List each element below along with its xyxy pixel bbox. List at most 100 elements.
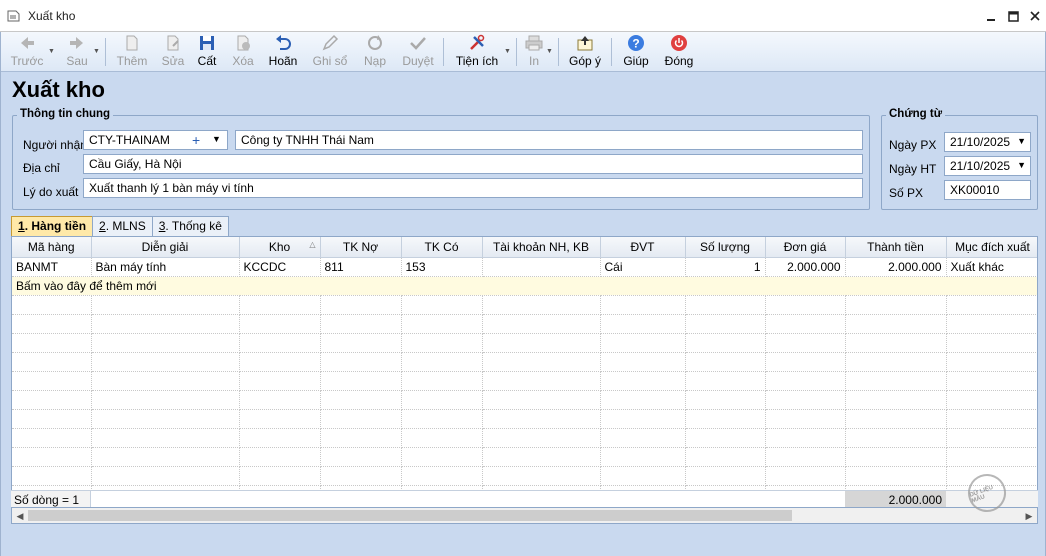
scroll-left-icon[interactable]: ◀ (13, 509, 27, 523)
col-so-luong[interactable]: Số lượng (685, 237, 766, 258)
cell-thanh-tien[interactable]: 2.000.000 (845, 257, 947, 277)
prev-dropdown-icon[interactable]: ▼ (48, 48, 55, 55)
cell-kho[interactable]: KCCDC (239, 257, 321, 277)
cell-dvt[interactable]: Cái (600, 257, 686, 277)
chevron-down-icon[interactable]: ▼ (1017, 160, 1026, 170)
empty-row (12, 428, 1037, 448)
empty-row (12, 314, 1037, 334)
delete-button[interactable]: Xóa (230, 34, 256, 70)
save-button[interactable]: Cất (195, 34, 219, 70)
date-ht-picker[interactable]: 21/10/2025 ▼ (944, 156, 1031, 176)
row-count: Số dòng = 1 (14, 493, 80, 507)
col-tk-nh[interactable]: Tài khoản NH, KB (482, 237, 601, 258)
horizontal-scrollbar[interactable]: ◀ ▶ (11, 507, 1038, 524)
tab-hang-tien[interactable]: 1. Hàng tiền (11, 216, 94, 236)
app-icon (5, 8, 21, 24)
power-icon (670, 34, 688, 52)
cell-muc-dich[interactable]: Xuất khác (946, 257, 1037, 277)
feedback-button[interactable]: Góp ý (568, 34, 602, 70)
reload-button[interactable]: Nạp (362, 34, 388, 70)
next-dropdown-icon[interactable]: ▼ (93, 48, 100, 55)
new-row[interactable]: Bấm vào đây để thêm mới (12, 276, 1037, 296)
tools-icon (468, 34, 486, 52)
svg-text:?: ? (632, 37, 639, 51)
reason-label: Lý do xuất (23, 185, 79, 199)
col-muc-dich[interactable]: Mục đích xuất (946, 237, 1037, 258)
cell-ma-hang[interactable]: BANMT (12, 257, 92, 277)
col-dvt[interactable]: ĐVT (600, 237, 686, 258)
cell-don-gia[interactable]: 2.000.000 (765, 257, 846, 277)
col-dien-giai[interactable]: Diễn giải (91, 237, 240, 258)
empty-row (12, 466, 1037, 486)
pencil-icon (321, 34, 339, 52)
post-button[interactable]: Ghi sổ (312, 34, 348, 70)
voucher-group: Chứng từ Ngày PX 21/10/2025 ▼ Ngày HT 21… (881, 108, 1038, 210)
close-icon[interactable] (1024, 0, 1046, 32)
cell-so-luong[interactable]: 1 (685, 257, 766, 277)
upload-box-icon (576, 34, 594, 52)
grid-footer: Số dòng = 1 2.000.000 (11, 490, 1038, 508)
col-kho[interactable]: Kho △ (239, 237, 321, 258)
reason-field[interactable]: Xuất thanh lý 1 bàn máy vi tính (83, 178, 863, 198)
col-thanh-tien[interactable]: Thành tiền (845, 237, 947, 258)
date-px-picker[interactable]: 21/10/2025 ▼ (944, 132, 1031, 152)
status-bar (1, 536, 1045, 556)
empty-row (12, 447, 1037, 467)
tab-mlns[interactable]: 2. MLNS (92, 216, 153, 236)
scroll-right-icon[interactable]: ▶ (1022, 509, 1036, 523)
add-plus-icon[interactable]: + (192, 132, 200, 148)
print-button[interactable]: In (524, 34, 544, 70)
utilities-button[interactable]: Tiện ích (455, 34, 499, 70)
minimize-icon[interactable] (980, 0, 1002, 32)
cell-tk-nh[interactable] (482, 257, 601, 277)
checkmark-icon (409, 34, 427, 52)
tab-thong-ke[interactable]: 3. Thống kê (151, 216, 229, 236)
edit-document-icon (164, 34, 182, 52)
close-button[interactable]: Đóng (662, 34, 696, 70)
sort-ascending-icon: △ (309, 240, 316, 249)
empty-row (12, 409, 1037, 429)
page-title: Xuất kho (12, 77, 105, 102)
new-row-hint[interactable]: Bấm vào đây để thêm mới (12, 276, 1037, 296)
address-field[interactable]: Cầu Giấy, Hà Nội (83, 154, 863, 174)
floppy-disk-icon (198, 34, 216, 52)
date-px-value: 21/10/2025 (950, 135, 1011, 149)
main-window: Trước ▼ Sau ▼ Thêm Sửa Cất Xóa Hoãn Ghi … (0, 32, 1046, 556)
window-title: Xuất kho (28, 8, 76, 23)
empty-row (12, 352, 1037, 372)
col-tk-no[interactable]: TK Nợ (320, 237, 402, 258)
cell-tk-co[interactable]: 153 (401, 257, 483, 277)
receiver-name-field[interactable]: Công ty TNHH Thái Nam (235, 130, 863, 150)
table-row[interactable]: BANMT Bàn máy tính KCCDC 811 153 Cái 1 2… (12, 257, 1037, 277)
date-px-label: Ngày PX (889, 138, 937, 152)
receiver-code-combo[interactable]: CTY-THAINAM + ▼ (83, 130, 228, 150)
add-button[interactable]: Thêm (115, 34, 149, 70)
next-button[interactable]: Sau (64, 34, 90, 70)
scrollbar-thumb[interactable] (28, 510, 792, 521)
address-label: Địa chỉ (23, 161, 60, 175)
approve-button[interactable]: Duyệt (400, 34, 436, 70)
col-tk-co[interactable]: TK Có (401, 237, 483, 258)
chevron-down-icon[interactable]: ▼ (212, 134, 221, 144)
voucher-title: Chứng từ (886, 108, 946, 120)
date-ht-value: 21/10/2025 (950, 159, 1011, 173)
footer-spacer (90, 491, 845, 508)
utilities-dropdown-icon[interactable]: ▼ (504, 48, 511, 55)
voucher-no-field[interactable]: XK00010 (944, 180, 1031, 200)
undo-button[interactable]: Hoãn (267, 34, 299, 70)
help-button[interactable]: ? Giúp (621, 34, 651, 70)
voucher-no-label: Số PX (889, 186, 924, 200)
prev-button[interactable]: Trước (10, 34, 44, 70)
cell-tk-no[interactable]: 811 (320, 257, 402, 277)
receiver-label: Người nhận (23, 138, 87, 152)
col-don-gia[interactable]: Đơn giá (765, 237, 846, 258)
maximize-icon[interactable] (1002, 0, 1024, 32)
empty-row (12, 295, 1037, 315)
chevron-down-icon[interactable]: ▼ (1017, 136, 1026, 146)
date-ht-label: Ngày HT (889, 162, 937, 176)
print-dropdown-icon[interactable]: ▼ (546, 48, 553, 55)
cell-dien-giai[interactable]: Bàn máy tính (91, 257, 240, 277)
edit-button[interactable]: Sửa (159, 34, 187, 70)
col-ma-hang[interactable]: Mã hàng (12, 237, 92, 258)
general-info-title: Thông tin chung (17, 108, 114, 120)
